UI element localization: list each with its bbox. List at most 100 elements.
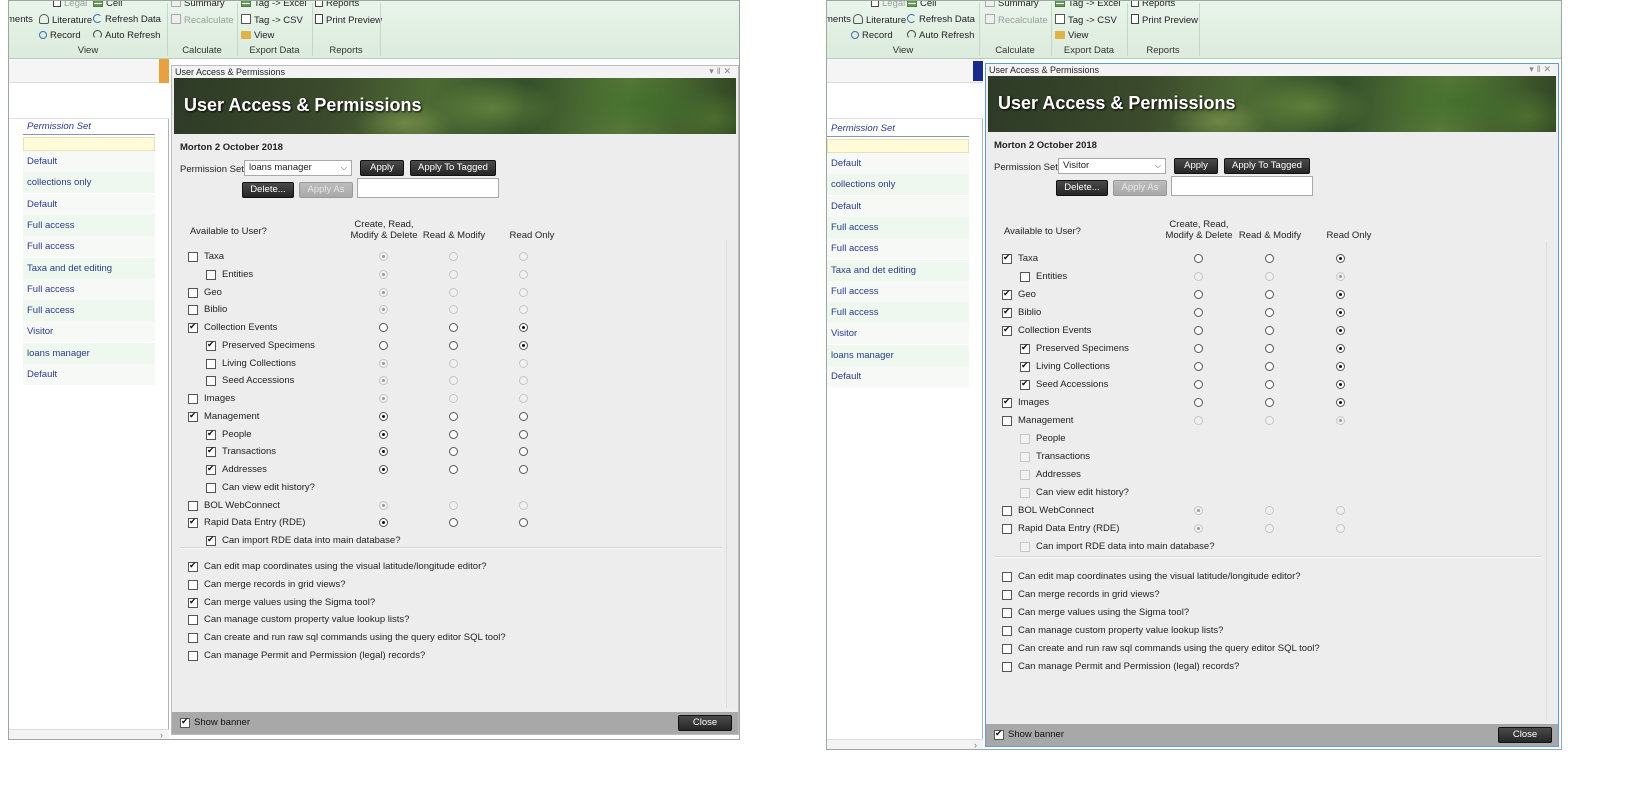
permission-set-combo[interactable]: Visitor ⌵ [1058, 158, 1166, 174]
access-level-radio[interactable] [1265, 326, 1274, 335]
access-level-radio[interactable] [1265, 362, 1274, 371]
list-item[interactable]: Default [23, 193, 155, 215]
module-checkbox[interactable] [1020, 452, 1030, 462]
access-level-radio[interactable] [519, 305, 528, 315]
close-icon[interactable]: ✕ [1543, 64, 1554, 74]
list-item[interactable]: Default [827, 366, 969, 387]
access-level-radio[interactable] [1336, 380, 1345, 389]
access-level-radio[interactable] [1194, 398, 1203, 407]
option-checkbox[interactable] [1002, 608, 1012, 618]
vertical-scrollbar[interactable] [726, 240, 736, 708]
option-checkbox[interactable] [1002, 626, 1012, 636]
access-level-radio[interactable] [1194, 416, 1203, 425]
access-level-radio[interactable] [379, 376, 388, 386]
pane-tab[interactable] [159, 59, 169, 83]
access-level-radio[interactable] [1336, 524, 1345, 533]
module-checkbox[interactable] [1002, 396, 1012, 408]
close-icon[interactable]: ✕ [723, 66, 734, 76]
module-checkbox[interactable] [1020, 488, 1030, 498]
list-item[interactable]: Visitor [827, 323, 969, 345]
column-header-permission-set[interactable]: Permission Set [23, 121, 155, 135]
list-item[interactable]: Full access [23, 236, 155, 258]
delete-button[interactable]: Delete... [1056, 180, 1108, 196]
access-level-radio[interactable] [449, 411, 458, 421]
access-level-radio[interactable] [379, 287, 388, 297]
access-level-radio[interactable] [1336, 416, 1345, 425]
access-level-radio[interactable] [519, 394, 528, 403]
module-checkbox[interactable] [1020, 360, 1030, 372]
module-checkbox[interactable] [206, 463, 216, 475]
access-level-radio[interactable] [1194, 344, 1203, 353]
list-item[interactable]: Full access [827, 216, 969, 238]
apply-to-tagged-button[interactable]: Apply To Tagged [410, 160, 496, 176]
access-level-radio[interactable] [1194, 290, 1203, 299]
module-checkbox[interactable] [206, 445, 216, 458]
module-checkbox[interactable] [1002, 324, 1012, 336]
module-checkbox[interactable] [206, 269, 216, 280]
access-level-radio[interactable] [449, 305, 458, 315]
access-level-radio[interactable] [1194, 326, 1203, 335]
access-level-radio[interactable] [1194, 272, 1203, 281]
module-checkbox[interactable] [206, 339, 216, 351]
option-checkbox[interactable] [188, 633, 198, 644]
dropdown-icon[interactable]: ▾ [709, 66, 717, 76]
module-checkbox[interactable] [188, 516, 198, 529]
list-item[interactable]: Full access [827, 302, 969, 324]
new-row[interactable] [23, 137, 155, 151]
access-level-radio[interactable] [1265, 272, 1274, 281]
module-checkbox[interactable] [1002, 524, 1012, 534]
access-level-radio[interactable] [519, 500, 528, 510]
module-checkbox[interactable] [1002, 288, 1012, 300]
access-level-radio[interactable] [519, 411, 528, 421]
list-item[interactable]: Taxa and det editing [23, 257, 155, 279]
access-level-radio[interactable] [449, 500, 458, 510]
module-checkbox[interactable] [1020, 378, 1030, 390]
module-checkbox[interactable] [188, 394, 198, 404]
list-item[interactable]: Default [23, 151, 155, 172]
access-level-radio[interactable] [1194, 308, 1203, 317]
access-level-radio[interactable] [379, 411, 388, 421]
delete-button[interactable]: Delete... [242, 182, 294, 198]
access-level-radio[interactable] [519, 287, 528, 297]
access-level-radio[interactable] [379, 394, 388, 403]
module-checkbox[interactable] [188, 287, 198, 298]
module-checkbox[interactable] [188, 305, 198, 316]
apply-to-tagged-button[interactable]: Apply To Tagged [1224, 158, 1310, 174]
option-checkbox[interactable] [188, 615, 198, 626]
access-level-radio[interactable] [449, 358, 458, 368]
module-checkbox[interactable] [206, 428, 216, 440]
module-checkbox[interactable] [206, 358, 216, 369]
list-item[interactable]: Full access [827, 280, 969, 302]
access-level-radio[interactable] [1194, 506, 1203, 515]
apply-as-name-input[interactable] [357, 178, 499, 198]
access-level-radio[interactable] [379, 269, 388, 279]
access-level-radio[interactable] [449, 465, 458, 474]
close-button[interactable]: Close [1498, 727, 1552, 743]
access-level-radio[interactable] [379, 500, 388, 510]
access-level-radio[interactable] [1336, 290, 1345, 299]
show-banner-checkbox[interactable] [994, 728, 1004, 740]
apply-button[interactable]: Apply [1174, 158, 1218, 174]
access-level-radio[interactable] [519, 358, 528, 368]
access-level-radio[interactable] [1265, 290, 1274, 299]
hscrollbar[interactable]: › [9, 729, 169, 739]
access-level-radio[interactable] [449, 252, 458, 261]
access-level-radio[interactable] [1336, 362, 1345, 371]
option-checkbox[interactable] [1002, 662, 1012, 672]
access-level-radio[interactable] [379, 447, 388, 457]
list-item[interactable]: Full access [23, 278, 155, 300]
permission-set-combo[interactable]: loans manager ⌵ [244, 160, 352, 176]
window-controls[interactable]: ▾‖✕ [709, 66, 734, 77]
module-checkbox[interactable] [1002, 506, 1012, 516]
show-banner-checkbox[interactable] [180, 716, 190, 728]
window-controls[interactable]: ▾‖✕ [1529, 64, 1554, 75]
access-level-radio[interactable] [379, 518, 388, 528]
access-level-radio[interactable] [1336, 398, 1345, 407]
access-level-radio[interactable] [379, 323, 388, 332]
access-level-radio[interactable] [379, 305, 388, 315]
list-item[interactable]: Default [827, 195, 969, 217]
access-level-radio[interactable] [1265, 308, 1274, 317]
list-item[interactable]: loans manager [827, 344, 969, 366]
column-header-permission-set[interactable]: Permission Set [827, 123, 969, 137]
access-level-radio[interactable] [1194, 254, 1203, 263]
